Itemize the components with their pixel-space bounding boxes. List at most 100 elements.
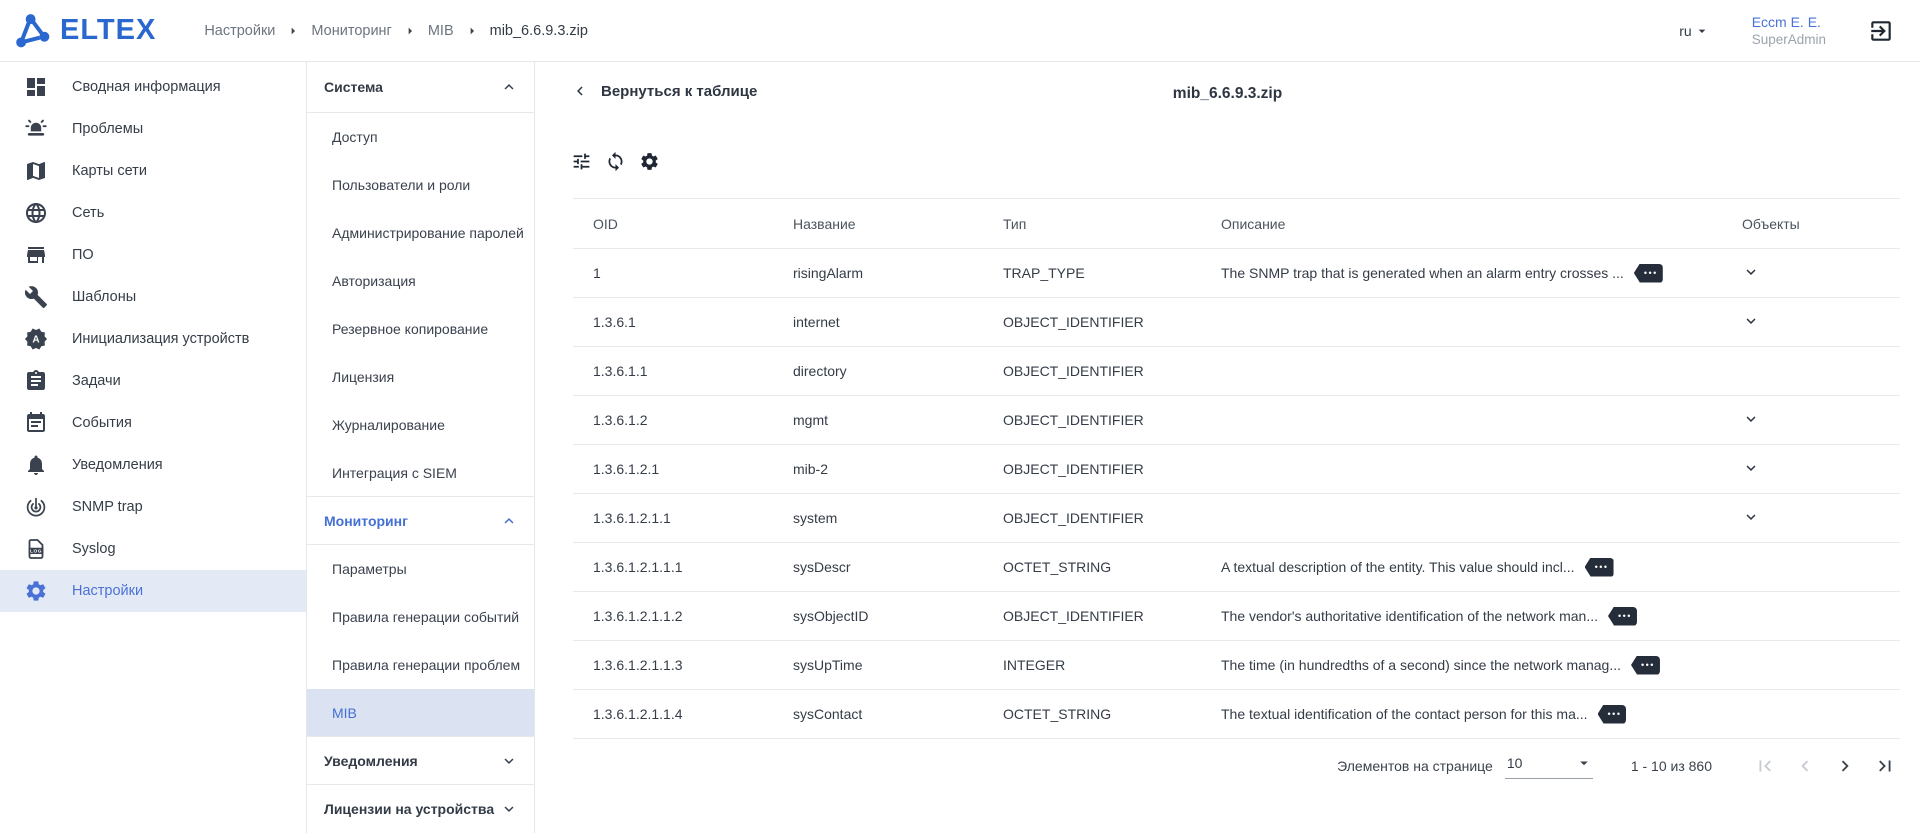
- description-more-badge[interactable]: •••: [1585, 558, 1614, 577]
- submenu-item-label: Доступ: [332, 129, 378, 145]
- sidebar-item-notifications[interactable]: Уведомления: [0, 444, 306, 486]
- caret-down-icon: [1694, 23, 1710, 39]
- submenu-item-event-rules[interactable]: Правила генерации событий: [307, 593, 534, 641]
- refresh-button[interactable]: [605, 151, 626, 172]
- cell-name: mib-2: [773, 445, 983, 494]
- device-init-icon: A: [24, 327, 48, 351]
- cell-type: OBJECT_IDENTIFIER: [983, 347, 1201, 396]
- chevron-down-icon: [500, 800, 518, 818]
- submenu-item-mib[interactable]: MIB: [307, 689, 534, 737]
- cell-objects: [1722, 396, 1900, 445]
- logout-button[interactable]: [1868, 18, 1894, 44]
- bell-icon: [24, 453, 48, 477]
- breadcrumb-item[interactable]: Мониторинг: [311, 23, 391, 39]
- submenu-item-backup[interactable]: Резервное копирование: [307, 305, 534, 353]
- description-more-badge[interactable]: •••: [1634, 264, 1663, 283]
- sidebar-item-problems[interactable]: Проблемы: [0, 108, 306, 150]
- expand-row-chevron-icon[interactable]: [1742, 263, 1760, 281]
- sidebar-item-summary[interactable]: Сводная информация: [0, 66, 306, 108]
- cell-name: internet: [773, 298, 983, 347]
- expand-row-chevron-icon[interactable]: [1742, 459, 1760, 477]
- submenu-item-license[interactable]: Лицензия: [307, 353, 534, 401]
- cell-objects: [1722, 445, 1900, 494]
- description-more-badge[interactable]: •••: [1598, 705, 1627, 724]
- sidebar-item-syslog[interactable]: LOG Syslog: [0, 528, 306, 570]
- user-menu[interactable]: Eccm E. E. SuperAdmin: [1752, 13, 1826, 49]
- sidebar-item-label: Задачи: [72, 373, 121, 389]
- sidebar-item-label: Уведомления: [72, 457, 163, 473]
- filter-button[interactable]: [571, 151, 592, 172]
- sidebar-item-settings[interactable]: Настройки: [0, 570, 306, 612]
- chevron-down-icon: [500, 752, 518, 770]
- column-header: OID: [573, 199, 773, 249]
- snmp-trap-icon: [24, 495, 48, 519]
- sidebar-item-software[interactable]: ПО: [0, 234, 306, 276]
- submenu-item-monitoring[interactable]: Мониторинг: [307, 497, 534, 545]
- cell-type: OBJECT_IDENTIFIER: [983, 445, 1201, 494]
- per-page-value: 10: [1507, 755, 1523, 771]
- cell-description: A textual description of the entity. Thi…: [1201, 543, 1722, 592]
- description-more-badge[interactable]: •••: [1631, 656, 1660, 675]
- submenu-item-authorization[interactable]: Авторизация: [307, 257, 534, 305]
- description-text: The vendor's authoritative identificatio…: [1221, 608, 1598, 624]
- cell-description: [1201, 347, 1722, 396]
- submenu-item-label: Мониторинг: [324, 513, 408, 529]
- breadcrumb-separator-icon: [402, 23, 418, 39]
- log-file-icon: LOG: [24, 537, 48, 561]
- page-title: mib_6.6.9.3.zip: [1173, 85, 1282, 103]
- sidebar-item-snmp-trap[interactable]: SNMP trap: [0, 486, 306, 528]
- cell-name: sysContact: [773, 690, 983, 739]
- language-selector[interactable]: ru: [1679, 23, 1709, 39]
- breadcrumb-separator-icon: [464, 23, 480, 39]
- submenu-item-notifications[interactable]: Уведомления: [307, 737, 534, 785]
- eltex-logo[interactable]: ELTEX: [14, 12, 156, 50]
- cell-description: The time (in hundredths of a second) sin…: [1201, 641, 1722, 690]
- table-row: 1.3.6.1.2mgmtOBJECT_IDENTIFIER: [573, 396, 1900, 445]
- breadcrumb-item[interactable]: Настройки: [204, 23, 275, 39]
- cell-oid: 1.3.6.1.2.1: [573, 445, 773, 494]
- submenu-item-users-roles[interactable]: Пользователи и роли: [307, 161, 534, 209]
- table-settings-button[interactable]: [639, 151, 660, 172]
- sidebar-item-tasks[interactable]: Задачи: [0, 360, 306, 402]
- chevron-left-icon: [571, 82, 589, 100]
- first-page-button[interactable]: [1754, 755, 1776, 777]
- cell-oid: 1.3.6.1.2.1.1.3: [573, 641, 773, 690]
- expand-row-chevron-icon[interactable]: [1742, 410, 1760, 428]
- pagination: Элементов на странице 10 1 - 10 из 860: [1337, 752, 1896, 779]
- sidebar-item-label: Настройки: [72, 583, 143, 599]
- sidebar-item-network-maps[interactable]: Карты сети: [0, 150, 306, 192]
- cell-objects: [1722, 543, 1900, 592]
- back-to-table-link[interactable]: Вернуться к таблице: [571, 82, 757, 100]
- sidebar-item-label: Сеть: [72, 205, 104, 221]
- description-text: The textual identification of the contac…: [1221, 706, 1588, 722]
- settings-submenu: Система Доступ Пользователи и ролиАдминист…: [307, 62, 535, 833]
- submenu-item-device-licenses[interactable]: Лицензии на устройства: [307, 785, 534, 833]
- next-page-button[interactable]: [1834, 755, 1856, 777]
- cell-name: sysObjectID: [773, 592, 983, 641]
- description-more-badge[interactable]: •••: [1608, 607, 1637, 626]
- submenu-item-parameters[interactable]: Параметры: [307, 545, 534, 593]
- sidebar-item-network[interactable]: Сеть: [0, 192, 306, 234]
- prev-page-button[interactable]: [1794, 755, 1816, 777]
- sidebar-item-events[interactable]: События: [0, 402, 306, 444]
- sidebar-item-label: Syslog: [72, 541, 116, 557]
- breadcrumb-item[interactable]: MIB: [428, 23, 454, 39]
- submenu-item-problem-rules[interactable]: Правила генерации проблем: [307, 641, 534, 689]
- cell-type: OBJECT_IDENTIFIER: [983, 592, 1201, 641]
- table-toolbar: [571, 151, 660, 172]
- cell-name: sysDescr: [773, 543, 983, 592]
- last-page-button[interactable]: [1874, 755, 1896, 777]
- sidebar-item-templates[interactable]: Шаблоны: [0, 276, 306, 318]
- submenu-item-access[interactable]: Доступ: [307, 113, 534, 161]
- sidebar-item-device-init[interactable]: AИнициализация устройств: [0, 318, 306, 360]
- submenu-item-password-admin[interactable]: Администрирование паролей: [307, 209, 534, 257]
- submenu-item-siem-integration[interactable]: Интеграция с SIEM: [307, 449, 534, 497]
- table-row: 1.3.6.1.2.1mib-2OBJECT_IDENTIFIER: [573, 445, 1900, 494]
- column-header: Описание: [1201, 199, 1722, 249]
- submenu-item-system[interactable]: Система: [307, 62, 534, 113]
- expand-row-chevron-icon[interactable]: [1742, 508, 1760, 526]
- submenu-item-logging[interactable]: Журналирование: [307, 401, 534, 449]
- expand-row-chevron-icon[interactable]: [1742, 312, 1760, 330]
- per-page-select[interactable]: 10: [1505, 752, 1593, 779]
- cell-objects: [1722, 347, 1900, 396]
